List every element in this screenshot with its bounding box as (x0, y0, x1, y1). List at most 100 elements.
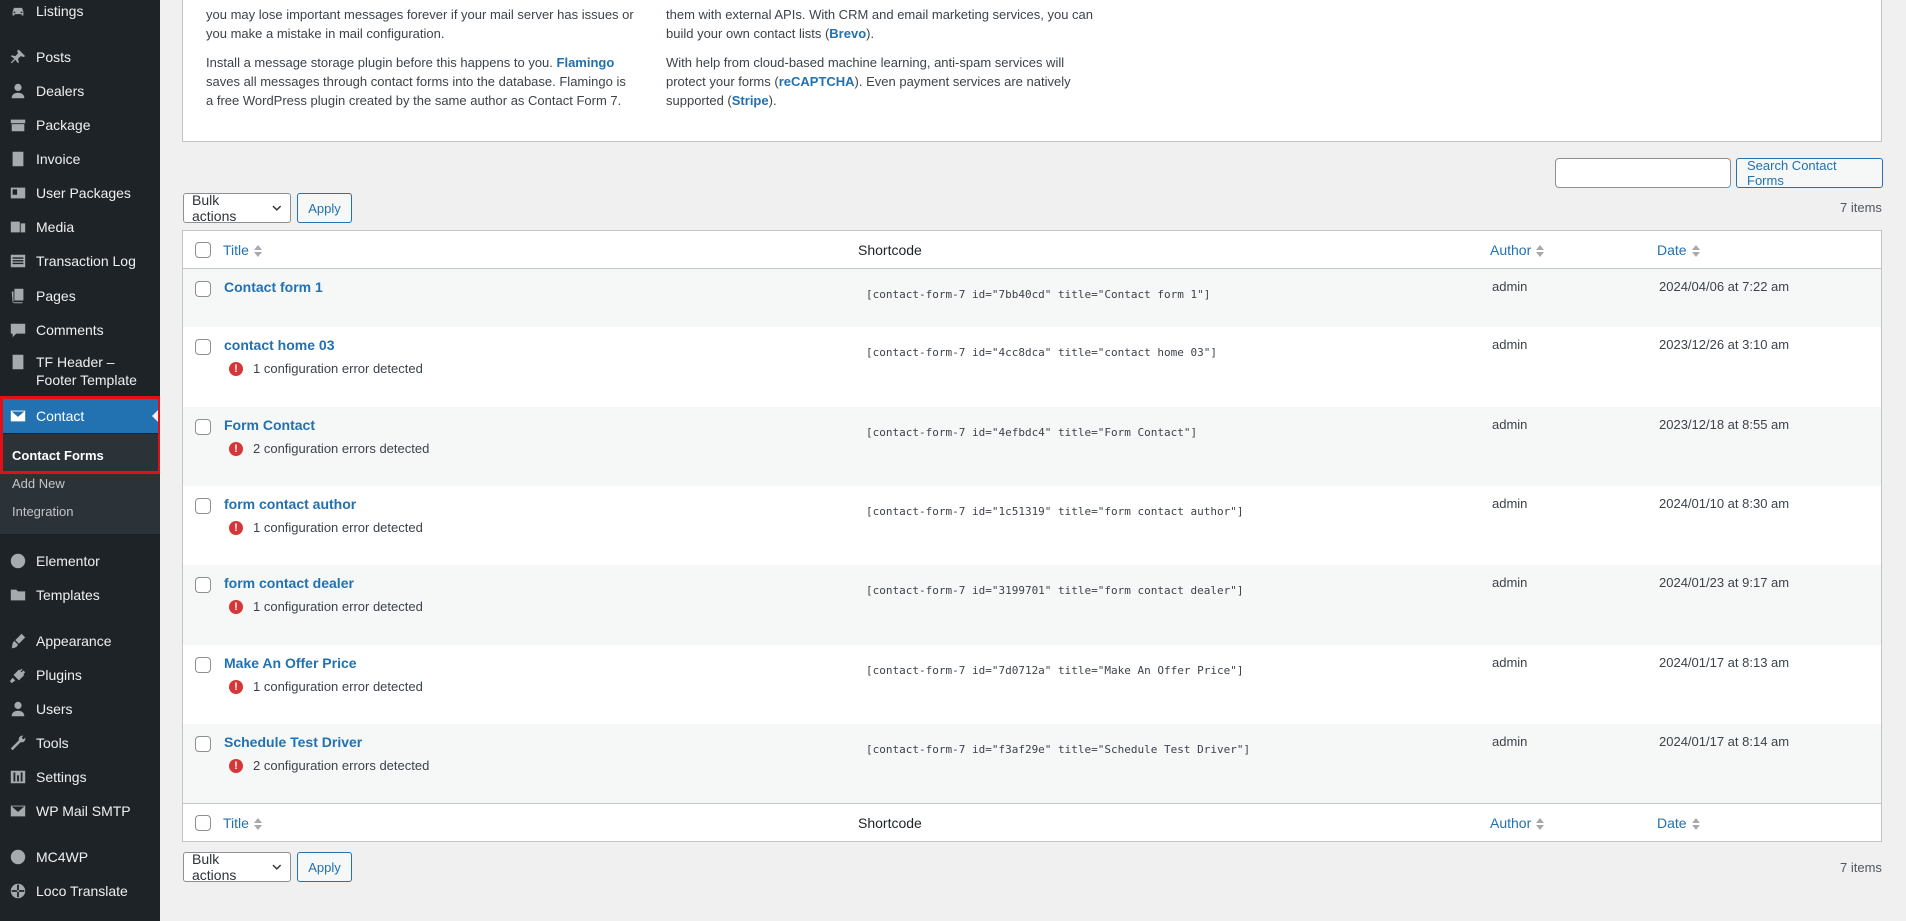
sidebar-item-media[interactable]: Media (0, 210, 160, 244)
info-integration-text: them with external APIs. With CRM and em… (666, 7, 1093, 41)
shortcode-text: [contact-form-7 id="4efbdc4" title="Form… (866, 426, 1198, 439)
table-row: form contact author ! 1 configuration err… (183, 486, 1881, 565)
row-checkbox[interactable] (195, 339, 211, 355)
row-checkbox[interactable] (195, 577, 211, 593)
sort-icon (1536, 245, 1545, 258)
sidebar-item-templates[interactable]: Templates (0, 578, 160, 612)
search-contact-forms-button[interactable]: Search Contact Forms (1736, 158, 1883, 188)
sliders-icon (0, 768, 36, 786)
table-row: Contact form 1 [contact-form-7 id="7bb40… (183, 269, 1881, 327)
sidebar-item-elementor[interactable]: Elementor (0, 544, 160, 578)
info-column-right: them with external APIs. With CRM and em… (666, 5, 1096, 120)
plug-icon (0, 666, 36, 684)
info-column-left: you may lose important messages forever … (206, 5, 636, 120)
sidebar-item-transaction-log[interactable]: Transaction Log (0, 244, 160, 278)
author-text: admin (1492, 575, 1528, 590)
table-row: Schedule Test Driver ! 2 configuration er… (183, 724, 1881, 804)
error-icon: ! (229, 758, 243, 773)
media-icon (0, 218, 36, 236)
folder-icon (0, 586, 36, 604)
sidebar-item-invoice[interactable]: Invoice (0, 142, 160, 176)
sidebar-item-listings[interactable]: Listings (0, 0, 160, 28)
car-icon (0, 2, 36, 20)
recaptcha-link[interactable]: reCAPTCHA (779, 74, 855, 89)
author-text: admin (1492, 655, 1528, 670)
comment-icon (0, 321, 36, 339)
column-date[interactable]: Date (1657, 242, 1700, 258)
sidebar-item-dealers[interactable]: Dealers (0, 74, 160, 108)
row-checkbox[interactable] (195, 419, 211, 435)
row-checkbox[interactable] (195, 736, 211, 752)
column-shortcode-footer: Shortcode (858, 815, 922, 831)
archive-icon (0, 116, 36, 134)
sidebar-item-tools[interactable]: Tools (0, 726, 160, 760)
wrench-icon (0, 734, 36, 752)
info-storage-warning: you may lose important messages forever … (206, 7, 634, 41)
user-icon (0, 700, 36, 718)
sidebar-item-package[interactable]: Package (0, 108, 160, 142)
sidebar-item-users[interactable]: Users (0, 692, 160, 726)
select-all-checkbox[interactable] (195, 242, 211, 258)
row-checkbox[interactable] (195, 657, 211, 673)
form-title-link[interactable]: contact home 03 (224, 337, 334, 353)
id-card-icon (0, 184, 36, 202)
sidebar-item-posts[interactable]: Posts (0, 40, 160, 74)
sidebar-item-tf-header-footer[interactable]: TF Header – Footer Template (0, 347, 160, 397)
column-author-footer[interactable]: Author (1490, 815, 1545, 831)
select-all-checkbox-footer[interactable] (195, 815, 211, 831)
pages-icon (0, 287, 36, 305)
date-text: 2023/12/18 at 8:55 am (1659, 417, 1790, 432)
form-title-link[interactable]: form contact author (224, 496, 356, 512)
form-title-link[interactable]: form contact dealer (224, 575, 354, 591)
config-error-notice: ! 1 configuration error detected (229, 361, 423, 376)
sidebar-item-settings[interactable]: Settings (0, 760, 160, 794)
form-title-link[interactable]: Schedule Test Driver (224, 734, 362, 750)
sidebar-item-wp-mail-smtp[interactable]: WP Mail SMTP (0, 794, 160, 828)
error-icon: ! (229, 441, 243, 456)
sidebar-item-loco-translate[interactable]: Loco Translate (0, 874, 160, 908)
column-shortcode: Shortcode (858, 242, 922, 258)
submenu-item-integration[interactable]: Integration (12, 504, 73, 519)
stripe-link[interactable]: Stripe (732, 93, 769, 108)
table-row: Make An Offer Price ! 1 configuration err… (183, 645, 1881, 724)
sidebar-item-user-packages[interactable]: User Packages (0, 176, 160, 210)
apply-button-bottom[interactable]: Apply (297, 852, 352, 882)
shortcode-text: [contact-form-7 id="3199701" title="form… (866, 584, 1244, 597)
apply-button-top[interactable]: Apply (297, 193, 352, 223)
document-icon (0, 353, 36, 371)
column-date-footer[interactable]: Date (1657, 815, 1700, 831)
elementor-icon (0, 552, 36, 570)
author-text: admin (1492, 279, 1528, 294)
form-title-link[interactable]: Form Contact (224, 417, 315, 433)
column-title[interactable]: Title (223, 242, 262, 258)
date-text: 2024/01/10 at 8:30 am (1659, 496, 1790, 511)
brevo-link[interactable]: Brevo (829, 26, 866, 41)
table-row: contact home 03 ! 1 configuration error d… (183, 327, 1881, 407)
shortcode-text: [contact-form-7 id="f3af29e" title="Sche… (866, 743, 1251, 756)
column-title-footer[interactable]: Title (223, 815, 262, 831)
author-text: admin (1492, 496, 1528, 511)
search-input[interactable] (1555, 158, 1731, 188)
column-author[interactable]: Author (1490, 242, 1545, 258)
author-text: admin (1492, 337, 1528, 352)
form-title-link[interactable]: Contact form 1 (224, 279, 323, 295)
flamingo-link[interactable]: Flamingo (557, 55, 615, 70)
shortcode-text: [contact-form-7 id="4cc8dca" title="cont… (866, 346, 1217, 359)
config-error-notice: ! 1 configuration error detected (229, 520, 423, 535)
pin-icon (0, 48, 36, 66)
sidebar-item-comments[interactable]: Comments (0, 313, 160, 347)
table-header: Title Shortcode Author Date (183, 231, 1881, 269)
sidebar-item-appearance[interactable]: Appearance (0, 624, 160, 658)
row-checkbox[interactable] (195, 498, 211, 514)
author-text: admin (1492, 417, 1528, 432)
table-row: form contact dealer ! 1 configuration err… (183, 565, 1881, 645)
submenu-item-add-new[interactable]: Add New (12, 476, 65, 491)
sidebar-item-plugins[interactable]: Plugins (0, 658, 160, 692)
bulk-actions-select-bottom[interactable]: Bulk actions (183, 851, 291, 883)
row-checkbox[interactable] (195, 281, 211, 297)
sidebar-item-mc4wp[interactable]: MC4WP (0, 840, 160, 874)
sidebar-item-pages[interactable]: Pages (0, 279, 160, 313)
bulk-actions-select-top[interactable]: Bulk actions (183, 192, 291, 224)
form-title-link[interactable]: Make An Offer Price (224, 655, 357, 671)
date-text: 2024/01/23 at 9:17 am (1659, 575, 1790, 590)
